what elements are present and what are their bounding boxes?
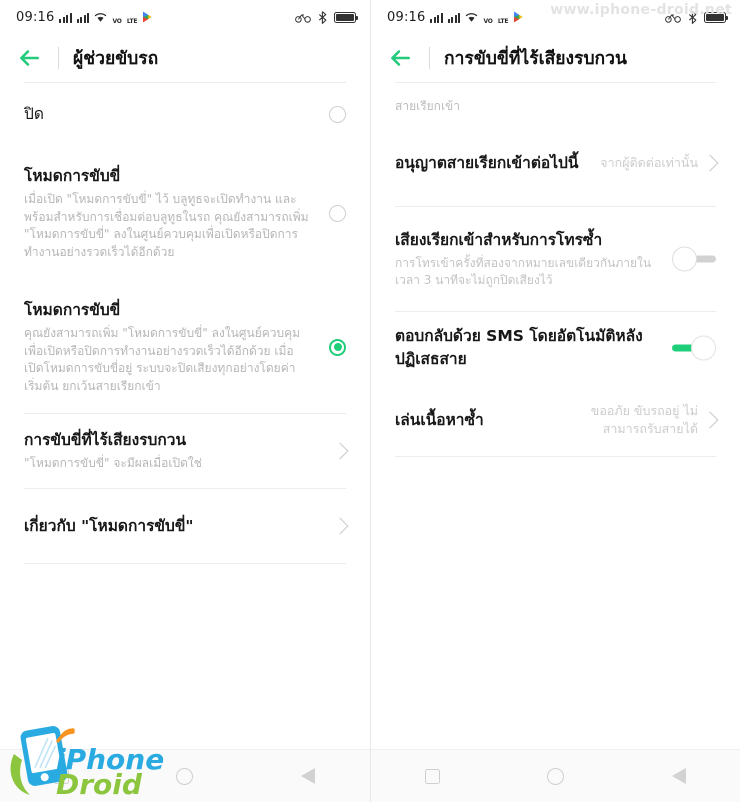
circle-icon: [176, 767, 194, 785]
toggle-repeat-call-ringtone[interactable]: [672, 246, 716, 272]
option-row-off[interactable]: ปิด: [0, 83, 370, 145]
option-row-driving-mode-1[interactable]: โหมดการขับขี่ เมื่อเปิด "โหมดการขับขี่" …: [0, 145, 370, 285]
left-phone-screen: 09:16 VO LTE ผู้ช่วยขับรถ ปิด โหมดการขับ…: [0, 0, 370, 802]
status-bar-left: 09:16 VO LTE: [0, 0, 370, 34]
toggle-knob: [672, 246, 697, 272]
option-text: โหมดการขับขี่ คุณยังสามารถเพิ่ม "โหมดการ…: [24, 299, 329, 395]
volte-icon: VO LTE: [483, 17, 509, 25]
row-title: ตอบกลับด้วย SMS โดยอัตโนมัติหลังปฏิเสธสา…: [395, 327, 643, 368]
back-arrow-icon[interactable]: [16, 45, 42, 71]
toggle-auto-sms-reply[interactable]: [672, 335, 716, 361]
chevron-right-icon[interactable]: [701, 154, 719, 172]
bicycle-icon: [295, 13, 311, 23]
battery-icon: [334, 11, 358, 23]
link-description: "โหมดการขับขี่" จะมีผลเมื่อเปิดใช่: [24, 456, 202, 471]
chevron-right-icon[interactable]: [701, 411, 719, 429]
app-bar-separator: [58, 47, 59, 69]
toggle-knob: [691, 335, 716, 361]
option-row-driving-mode-2[interactable]: โหมดการขับขี่ คุณยังสามารถเพิ่ม "โหมดการ…: [0, 285, 370, 413]
row-repeat-call-ringtone[interactable]: เสียงเรียกเข้าสำหรับการโทรซ้ำ การโทรเข้า…: [371, 207, 740, 311]
volte-icon: VO LTE: [112, 17, 138, 25]
divider: [395, 456, 716, 457]
status-time: 09:16: [387, 9, 426, 25]
back-arrow-icon[interactable]: [387, 45, 413, 71]
right-phone-screen: www.iphone-droid.net 09:16 VO LTE การขับ…: [370, 0, 740, 802]
circle-icon: [547, 767, 564, 785]
row-replay-content[interactable]: เล่นเนื้อหาซ้ำ ขออภัย ขับรถอยู่ ไม่สามาร…: [371, 384, 740, 456]
back-button[interactable]: [651, 756, 707, 796]
signal-bars-icon-1: [59, 12, 72, 23]
status-bar-right-group: [295, 10, 358, 24]
status-time: 09:16: [16, 9, 55, 25]
row-value: จากผู้ติดต่อเท่านั้น: [600, 155, 698, 170]
app-bar-separator: [429, 47, 430, 69]
row-text: เสียงเรียกเข้าสำหรับการโทรซ้ำ การโทรเข้า…: [395, 229, 672, 290]
bluetooth-icon: [688, 10, 697, 24]
link-text: เกี่ยวกับ "โหมดการขับขี่": [24, 515, 328, 537]
toggle-track: [694, 255, 716, 263]
bicycle-icon: [665, 13, 681, 23]
option-text: โหมดการขับขี่ เมื่อเปิด "โหมดการขับขี่" …: [24, 165, 329, 261]
status-bar-right: 09:16 VO LTE: [371, 0, 740, 34]
radio-driving-mode-1[interactable]: [329, 204, 346, 222]
row-text: อนุญาตสายเรียกเข้าต่อไปนี้: [395, 152, 600, 175]
signal-bars-icon-1: [430, 12, 443, 23]
left-content: ปิด โหมดการขับขี่ เมื่อเปิด "โหมดการขับข…: [0, 83, 370, 749]
triangle-left-icon: [671, 768, 686, 784]
status-bar-right-group: [665, 10, 728, 24]
recent-apps-button[interactable]: [34, 756, 90, 796]
square-icon: [54, 768, 70, 784]
divider: [24, 563, 346, 564]
status-bar-left-group: 09:16 VO LTE: [16, 8, 153, 27]
back-button[interactable]: [280, 756, 336, 796]
option-description: คุณยังสามารถเพิ่ม "โหมดการขับขี่" ลงในศู…: [24, 326, 301, 393]
radio-driving-mode-2-selected[interactable]: [329, 338, 346, 356]
app-bar-right: การขับขี่ที่ไร้เสียงรบกวน: [371, 34, 740, 82]
play-store-icon: [514, 11, 523, 23]
row-subtitle: การโทรเข้าครั้งที่สองจากหมายเลขเดียวกันภ…: [395, 255, 652, 288]
radio-off[interactable]: [329, 105, 346, 123]
link-row-silent-driving[interactable]: การขับขี่ที่ไร้เสียงรบกวน "โหมดการขับขี่…: [0, 414, 370, 488]
app-bar-left: ผู้ช่วยขับรถ: [0, 34, 370, 82]
square-icon: [425, 768, 440, 784]
option-title: โหมดการขับขี่: [24, 301, 121, 319]
option-description: เมื่อเปิด "โหมดการขับขี่" ไว้ บลูทูธจะเป…: [24, 192, 309, 259]
battery-icon: [704, 11, 728, 23]
chevron-right-icon[interactable]: [331, 517, 349, 535]
wifi-icon: [466, 12, 478, 22]
section-label-incoming-calls: สายเรียกเข้า: [395, 99, 460, 113]
option-text: ปิด: [24, 103, 329, 125]
link-title: การขับขี่ที่ไร้เสียงรบกวน: [24, 431, 187, 450]
row-text: เล่นเนื้อหาซ้ำ: [395, 409, 570, 432]
link-title: เกี่ยวกับ "โหมดการขับขี่": [24, 517, 194, 535]
row-title: เสียงเรียกเข้าสำหรับการโทรซ้ำ: [395, 230, 603, 249]
row-title: เล่นเนื้อหาซ้ำ: [395, 410, 484, 429]
page-title: ผู้ช่วยขับรถ: [73, 49, 159, 69]
link-row-about-driving-mode[interactable]: เกี่ยวกับ "โหมดการขับขี่": [0, 489, 370, 563]
nav-bar-left: [0, 749, 370, 802]
signal-bars-icon-2: [76, 12, 90, 23]
row-title: อนุญาตสายเรียกเข้าต่อไปนี้: [395, 153, 579, 172]
nav-bar-right: [371, 749, 740, 802]
recent-apps-button[interactable]: [405, 756, 461, 796]
row-auto-sms-reply[interactable]: ตอบกลับด้วย SMS โดยอัตโนมัติหลังปฏิเสธสา…: [371, 312, 740, 384]
wifi-icon: [95, 12, 107, 22]
status-bar-left-group: 09:16 VO LTE: [387, 8, 524, 27]
triangle-left-icon: [301, 768, 316, 784]
bluetooth-icon: [318, 10, 327, 24]
row-text: ตอบกลับด้วย SMS โดยอัตโนมัติหลังปฏิเสธสา…: [395, 325, 672, 371]
home-button[interactable]: [528, 756, 584, 796]
chevron-right-icon[interactable]: [331, 442, 349, 460]
link-text: การขับขี่ที่ไร้เสียงรบกวน "โหมดการขับขี่…: [24, 429, 328, 473]
signal-bars-icon-2: [447, 12, 461, 23]
row-allowed-calls[interactable]: อนุญาตสายเรียกเข้าต่อไปนี้ จากผู้ติดต่อเ…: [371, 120, 740, 206]
row-value: ขออภัย ขับรถอยู่ ไม่สามารถรับสายได้: [590, 403, 698, 436]
home-button[interactable]: [157, 756, 213, 796]
play-store-icon: [143, 11, 152, 23]
page-title: การขับขี่ที่ไร้เสียงรบกวน: [444, 49, 627, 69]
dual-screenshot-container: 09:16 VO LTE ผู้ช่วยขับรถ ปิด โหมดการขับ…: [0, 0, 740, 802]
option-title: โหมดการขับขี่: [24, 167, 121, 185]
right-content: สายเรียกเข้า อนุญาตสายเรียกเข้าต่อไปนี้ …: [371, 83, 740, 749]
option-title: ปิด: [24, 105, 44, 123]
